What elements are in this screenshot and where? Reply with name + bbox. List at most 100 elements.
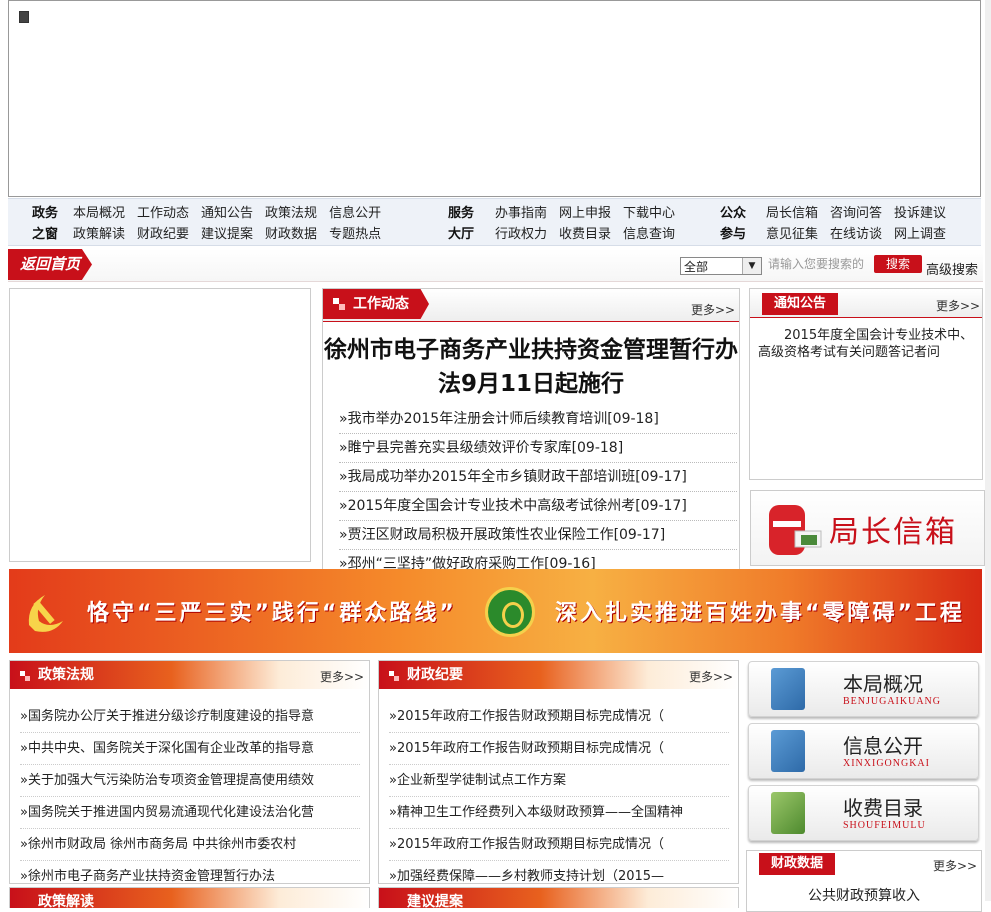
tab-proposal[interactable]: 建议提案 [407,888,463,908]
finance-list: »2015年政府工作报告财政预期目标完成情况（ »2015年政府工作报告财政预期… [389,701,729,883]
list-item[interactable]: »中共中央、国务院关于深化国有企业改革的指导意 [20,733,360,765]
list-item[interactable]: »徐州市电子商务产业扶持资金管理暂行办法 [20,861,360,883]
list-item[interactable]: »2015年政府工作报告财政预期目标完成情况（ [389,829,729,861]
search-input[interactable]: 请输入您要搜索的 [768,255,872,273]
nav-group-gongzhong-row1: 局长信箱 咨询问答 投诉建议 [766,203,958,224]
list-item[interactable]: »睢宁县完善充实县级绩效评价专家库[09-18] [339,434,737,463]
hammer-sickle-icon [28,595,63,632]
nav-group-head-fuwu: 服务 大厅 [447,206,474,242]
news-headline[interactable]: 徐州市电子商务产业扶持资金管理暂行办法9月11日起施行 [323,333,739,401]
nav-item[interactable]: 本局概况 [73,203,125,224]
card-info-disclosure[interactable]: 信息公开 XINXIGONGKAI [748,723,979,779]
list-item[interactable]: »我市举办2015年注册会计师后续教育培训[09-18] [339,405,737,434]
nav-item[interactable]: 政策法规 [265,203,317,224]
policy-interpret-tab-bar: 政策解读 [10,888,369,908]
tab-policy-interpret[interactable]: 政策解读 [38,888,94,908]
slogan-banner: 恪守“三严三实”践行“群众路线” 深入扎实推进百姓办事“零障碍”工程 [9,569,982,653]
card-title: 信息公开 [843,734,923,758]
card-title: 本局概况 [843,672,923,696]
nav-group-zhengwu-row2: 政策解读 财政纪要 建议提案 财政数据 专题热点 [73,224,393,245]
nav-item[interactable]: 信息查询 [623,224,675,245]
search-scope-value: 全部 [684,260,709,274]
policy-list: »国务院办公厅关于推进分级诊疗制度建设的指导意 »中共中央、国务院关于深化国有企… [20,701,360,883]
finance-more-link[interactable]: 更多>> [689,668,733,685]
nav-item[interactable]: 建议提案 [201,224,253,245]
card-subtitle: XINXIGONGKAI [843,758,930,769]
nav-item[interactable]: 网上申报 [559,203,611,224]
policy-more-link[interactable]: 更多>> [320,668,364,685]
nav-item[interactable]: 信息公开 [329,203,381,224]
nav-item[interactable]: 咨询问答 [830,203,882,224]
nav-item[interactable]: 行政权力 [495,224,547,245]
nav-item[interactable]: 意见征集 [766,224,818,245]
nav-item[interactable]: 办事指南 [495,203,547,224]
news-more-link[interactable]: 更多>> [691,301,735,318]
card-subtitle: SHOUFEIMULU [843,820,926,831]
finance-data-more-link[interactable]: 更多>> [933,857,977,874]
search-scope-select[interactable]: 全部 ▼ [680,257,762,275]
finance-tab-bar: 财政纪要 更多>> [379,661,738,689]
nav-item[interactable]: 下载中心 [623,203,675,224]
director-mailbox-banner[interactable]: 局长信箱 [750,490,985,566]
search-button[interactable]: 搜索 [874,255,922,273]
finance-minutes-panel: 财政纪要 更多>> »2015年政府工作报告财政预期目标完成情况（ »2015年… [378,660,739,884]
nav-item[interactable]: 投诉建议 [894,203,946,224]
proposal-tab-bar: 建议提案 [379,888,738,908]
tab-finance-data[interactable]: 财政数据 [759,853,835,875]
square-icon [389,671,399,681]
list-item[interactable]: »企业新型学徒制试点工作方案 [389,765,729,797]
list-item[interactable]: »邳州“三坚持”做好政府采购工作[09-16] [339,550,737,569]
nav-item[interactable]: 在线访谈 [830,224,882,245]
tab-work-news[interactable]: 工作动态 [323,289,429,319]
nav-item[interactable]: 专题热点 [329,224,381,245]
tab-finance-minutes[interactable]: 财政纪要 [407,661,463,689]
tab-policy[interactable]: 政策法规 [38,661,94,689]
list-item[interactable]: »国务院关于推进国内贸易流通现代化建设法治化营 [20,797,360,829]
nav-item[interactable]: 财政纪要 [137,224,189,245]
list-item[interactable]: »我局成功举办2015年全市乡镇财政干部培训班[09-17] [339,463,737,492]
nav-item[interactable]: 网上调查 [894,224,946,245]
nav-item[interactable]: 通知公告 [201,203,253,224]
list-item[interactable]: »2015年度全国会计专业技术中高级考试徐州考[09-17] [339,492,737,521]
finance-data-item[interactable]: 公共财政预算收入 [747,885,981,905]
card-title: 收费目录 [843,796,923,820]
card-fee-catalog[interactable]: 收费目录 SHOUFEIMULU [748,785,979,841]
list-item[interactable]: »2015年政府工作报告财政预期目标完成情况（ [389,733,729,765]
nav-group-zhengwu-row1: 本局概况 工作动态 通知公告 政策法规 信息公开 [73,203,393,224]
notice-more-link[interactable]: 更多>> [936,297,980,314]
list-item[interactable]: »关于加强大气污染防治专项资金管理提高使用绩效 [20,765,360,797]
finance-data-panel: 财政数据 更多>> 公共财政预算收入 [746,850,982,912]
nav-item[interactable]: 收费目录 [559,224,611,245]
square-icon [20,671,30,681]
nav-item[interactable]: 工作动态 [137,203,189,224]
tab-notice[interactable]: 通知公告 [762,293,838,315]
slogan-right: 深入扎实推进百姓办事“零障碍”工程 [555,601,965,626]
square-icon [333,298,345,310]
plugin-placeholder-icon [19,11,29,23]
document-icon [771,668,805,710]
list-item[interactable]: »徐州市财政局 徐州市商务局 中共徐州市委农村 [20,829,360,861]
nav-item[interactable]: 局长信箱 [766,203,818,224]
scrollbar[interactable] [985,0,991,901]
list-item[interactable]: »国务院办公厅关于推进分级诊疗制度建设的指导意 [20,701,360,733]
nav-group-gongzhong-row2: 意见征集 在线访谈 网上调查 [766,224,958,245]
card-bureau-overview[interactable]: 本局概况 BENJUGAIKUANG [748,661,979,717]
nav-item[interactable]: 财政数据 [265,224,317,245]
list-item[interactable]: »加强经费保障——乡村教师支持计划（2015— [389,861,729,883]
home-button[interactable]: 返回首页 [8,249,92,280]
slogan-left: 恪守“三严三实”践行“群众路线” [87,601,457,626]
list-item[interactable]: »2015年政府工作报告财政预期目标完成情况（ [389,701,729,733]
nav-group-head-gongzhong: 公众 参与 [719,206,746,242]
policy-tab-bar: 政策法规 更多>> [10,661,369,689]
advanced-search-link[interactable]: 高级搜索 [926,259,978,278]
notice-item[interactable]: 2015年度全国会计专业技术中、高级资格考试有关问题答记者问 [758,327,980,361]
emblem-icon [485,587,535,637]
nav-group-fuwu-row2: 行政权力 收费目录 信息查询 [495,224,687,245]
nav-item[interactable]: 政策解读 [73,224,125,245]
list-item[interactable]: »精神卫生工作经费列入本级财政预算——全国精神 [389,797,729,829]
nav-group-head-zhengwu: 政务 之窗 [31,206,58,242]
postbox-icon [769,505,822,555]
news-list: »我市举办2015年注册会计师后续教育培训[09-18] »睢宁县完善充实县级绩… [339,405,737,569]
list-item[interactable]: »贾汪区财政局积极开展政策性农业保险工作[09-17] [339,521,737,550]
folder-icon [771,792,805,834]
